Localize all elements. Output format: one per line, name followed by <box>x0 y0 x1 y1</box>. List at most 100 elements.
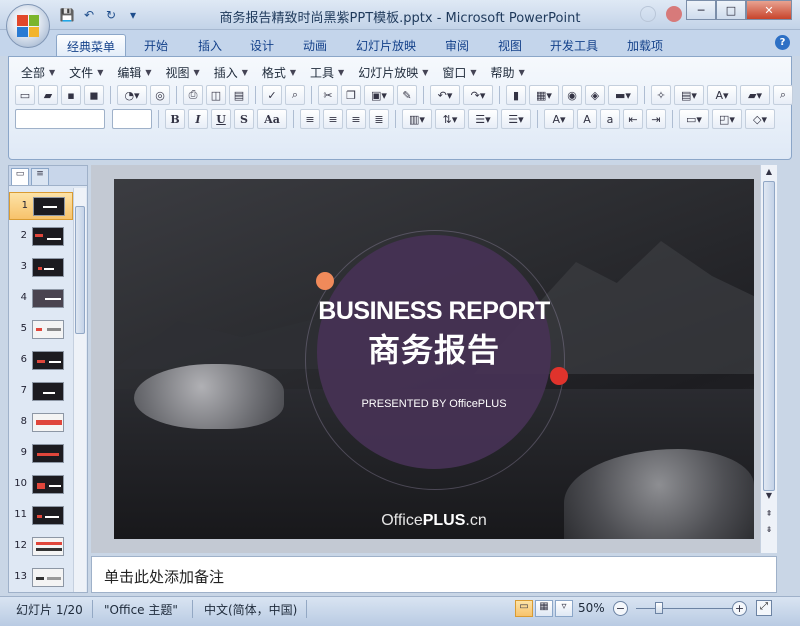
slide-scrollbar[interactable]: ▲ ▼ ⇞ ⇟ <box>760 165 777 553</box>
office-button[interactable] <box>6 4 50 48</box>
bullets-icon[interactable]: ☰▾ <box>501 109 531 129</box>
decrease-indent-icon[interactable]: ⇤ <box>623 109 643 129</box>
paste-icon[interactable]: ▣▾ <box>364 85 394 105</box>
open-icon[interactable]: ▰ <box>38 85 58 105</box>
thumbnail-item[interactable]: 10 <box>9 471 73 499</box>
minimize-button[interactable]: ─ <box>686 0 716 20</box>
menu-all[interactable]: 全部 ▼ <box>15 63 63 82</box>
menu-format[interactable]: 格式 ▼ <box>256 63 304 82</box>
theme-name[interactable]: "Office 主题" <box>104 601 178 618</box>
next-slide-icon[interactable]: ⇟ <box>763 525 775 537</box>
align-left-icon[interactable]: ≡ <box>300 109 320 129</box>
attach-icon[interactable]: ◎ <box>150 85 170 105</box>
tab-animation[interactable]: 动画 <box>293 34 337 56</box>
fit-to-window-icon[interactable]: ⤢ <box>756 600 772 616</box>
slides-tab[interactable]: ▭ <box>11 168 29 185</box>
thumbnail-scrollbar[interactable] <box>73 188 86 592</box>
scrollbar-thumb[interactable] <box>75 206 85 334</box>
slide-logo[interactable]: OfficePLUS.cn <box>314 512 554 530</box>
tab-home[interactable]: 开始 <box>134 34 178 56</box>
layout-icon[interactable]: ▤ <box>229 85 249 105</box>
thumbnail-item[interactable]: 3 <box>9 254 73 282</box>
new-slide-icon[interactable]: ✧ <box>651 85 671 105</box>
outline-tab[interactable]: ≡ <box>31 168 49 185</box>
print-icon[interactable]: ⎙ <box>183 85 203 105</box>
align-right-icon[interactable]: ≡ <box>346 109 366 129</box>
zoom-level[interactable]: 50% <box>578 601 605 615</box>
thumbnail-item[interactable]: 1 <box>9 192 73 220</box>
table-icon[interactable]: ▦▾ <box>529 85 559 105</box>
picture-icon[interactable]: ◈ <box>585 85 605 105</box>
increase-indent-icon[interactable]: ⇥ <box>646 109 666 129</box>
cut-icon[interactable]: ✂ <box>318 85 338 105</box>
underline-button[interactable]: U <box>211 109 231 129</box>
redo-icon[interactable]: ↷▾ <box>463 85 493 105</box>
thumbnail-item[interactable]: 2 <box>9 223 73 251</box>
normal-view-icon[interactable]: ▭ <box>515 600 533 617</box>
font-size-combo[interactable] <box>112 109 152 129</box>
grow-font-icon[interactable]: A <box>577 109 597 129</box>
arrange-icon[interactable]: ◰▾ <box>712 109 742 129</box>
text-direction-icon[interactable]: ⇅▾ <box>435 109 465 129</box>
thumbnail-item[interactable]: 6 <box>9 347 73 375</box>
zoom-out-icon[interactable]: − <box>613 601 628 616</box>
research-icon[interactable]: ⌕ <box>285 85 305 105</box>
scrollbar-thumb[interactable] <box>763 181 775 491</box>
slide-title-cn[interactable]: 商务报告 <box>294 325 574 371</box>
menu-tools[interactable]: 工具 ▼ <box>304 63 352 82</box>
format-painter-icon[interactable]: ✎ <box>397 85 417 105</box>
shapes-icon[interactable]: ▭▾ <box>679 109 709 129</box>
slide-title[interactable]: BUSINESS REPORT <box>294 297 574 326</box>
menu-file[interactable]: 文件 ▼ <box>63 63 111 82</box>
align-center-icon[interactable]: ≡ <box>323 109 343 129</box>
menu-help[interactable]: 帮助 ▼ <box>485 63 533 82</box>
justify-icon[interactable]: ≣ <box>369 109 389 129</box>
textbox-icon[interactable]: A▾ <box>707 85 737 105</box>
layout-dropdown-icon[interactable]: ▤▾ <box>674 85 704 105</box>
tab-view[interactable]: 视图 <box>488 34 532 56</box>
thumbnail-item[interactable]: 9 <box>9 440 73 468</box>
zoom-slider-knob[interactable] <box>655 602 664 614</box>
thumbnail-item[interactable]: 4 <box>9 285 73 313</box>
scroll-up-icon[interactable]: ▲ <box>763 167 775 179</box>
slide-subtitle[interactable]: PRESENTED BY OfficePLUS <box>294 398 574 410</box>
slideshow-view-icon[interactable]: ▿ <box>555 600 573 617</box>
spelling-icon[interactable]: ✓ <box>262 85 282 105</box>
columns-icon[interactable]: ▥▾ <box>402 109 432 129</box>
zoom-icon[interactable]: ⌕ <box>773 85 793 105</box>
slide-canvas[interactable]: BUSINESS REPORT 商务报告 PRESENTED BY Office… <box>114 179 754 539</box>
tab-design[interactable]: 设计 <box>240 34 284 56</box>
notes-pane[interactable]: 单击此处添加备注 <box>91 556 777 593</box>
thumbnail-item[interactable]: 8 <box>9 409 73 437</box>
zoom-in-icon[interactable]: + <box>732 601 747 616</box>
maximize-button[interactable]: □ <box>716 0 746 20</box>
menu-edit[interactable]: 编辑 ▼ <box>111 63 159 82</box>
pdf-icon[interactable]: ◼ <box>84 85 104 105</box>
shrink-font-icon[interactable]: a <box>600 109 620 129</box>
font-name-combo[interactable] <box>15 109 105 129</box>
thumbnail-item[interactable]: 5 <box>9 316 73 344</box>
menu-view[interactable]: 视图 ▼ <box>160 63 208 82</box>
color-icon[interactable]: ▬▾ <box>608 85 638 105</box>
menu-insert[interactable]: 插入 ▼ <box>208 63 256 82</box>
font-color-icon[interactable]: A▾ <box>544 109 574 129</box>
bold-button[interactable]: B <box>165 109 185 129</box>
thumbnail-item[interactable]: 7 <box>9 378 73 406</box>
quick-styles-icon[interactable]: ◇▾ <box>745 109 775 129</box>
close-button[interactable]: ✕ <box>746 0 792 20</box>
thumbnail-item[interactable]: 13 <box>9 564 73 592</box>
shadow-button[interactable]: S <box>234 109 254 129</box>
italic-button[interactable]: I <box>188 109 208 129</box>
thumbnail-item[interactable]: 11 <box>9 502 73 530</box>
new-icon[interactable]: ▭ <box>15 85 35 105</box>
slide-sorter-icon[interactable]: ▦ <box>535 600 553 617</box>
save-icon[interactable]: ▪ <box>61 85 81 105</box>
language-indicator[interactable]: 中文(简体，中国) <box>204 601 297 618</box>
tab-review[interactable]: 审阅 <box>435 34 479 56</box>
change-case-button[interactable]: Aa <box>257 109 287 129</box>
tab-slideshow[interactable]: 幻灯片放映 <box>346 34 426 56</box>
zoom-slider-track[interactable] <box>636 608 732 609</box>
undo-icon[interactable]: ↶▾ <box>430 85 460 105</box>
scroll-down-icon[interactable]: ▼ <box>763 491 775 503</box>
menu-slideshow[interactable]: 幻灯片放映 ▼ <box>352 63 436 82</box>
